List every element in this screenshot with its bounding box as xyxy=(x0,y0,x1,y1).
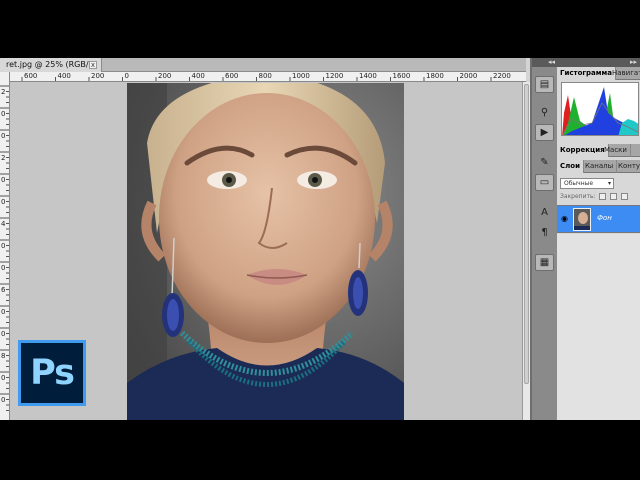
ruler-tick-label: 400 xyxy=(57,72,71,80)
chevron-down-icon: ▾ xyxy=(607,180,611,187)
document-tab-title: ret.jpg @ 25% (RGB/8) xyxy=(6,60,97,69)
ruler-tick-label: 6 xyxy=(1,286,6,294)
ruler-tick-label: 200 xyxy=(91,72,105,80)
layers-list-empty-area[interactable] xyxy=(557,234,640,420)
adjustments-dock-icon[interactable]: ▭ xyxy=(535,174,554,191)
video-letterbox-bottom xyxy=(0,420,640,480)
tab-paths[interactable]: Контуры xyxy=(615,160,640,173)
ruler-tick-label: 1000 xyxy=(292,72,310,80)
panels-column: ▸▸ Гистограмма Навигатор Коррекция Маски… xyxy=(557,58,640,420)
ruler-tick-label: 2 xyxy=(1,154,6,162)
ruler-tick-label: 1400 xyxy=(359,72,377,80)
lock-transparency-icon[interactable] xyxy=(599,193,607,200)
navigator-dock-icon[interactable]: ⚲ xyxy=(535,104,554,121)
ruler-tick-label: 0 xyxy=(124,72,129,80)
tab-histogram[interactable]: Гистограмма xyxy=(557,67,616,80)
ruler-tick-label: 0 xyxy=(1,264,6,272)
brush-dock-icon[interactable]: ✎ xyxy=(535,154,554,171)
ruler-tick-label: 0 xyxy=(1,176,6,184)
adjustments-panel-tabs: Коррекция Маски xyxy=(557,144,640,157)
document-tab-bar: ret.jpg @ 25% (RGB/8) x xyxy=(0,58,526,72)
ruler-tick-label: 200 xyxy=(158,72,172,80)
layer-name: Фон xyxy=(597,214,612,222)
ruler-tick-label: 800 xyxy=(258,72,272,80)
ruler-tick-label: 1600 xyxy=(392,72,411,80)
layer-thumbnail xyxy=(573,208,591,231)
ruler-tick-label: 0 xyxy=(1,374,6,382)
blend-mode-value: Обычные xyxy=(564,180,594,187)
lock-position-icon[interactable] xyxy=(621,193,629,200)
eye-icon[interactable]: ◉ xyxy=(559,213,570,225)
ruler-tick-label: 400 xyxy=(191,72,205,80)
histogram-graph xyxy=(561,82,639,136)
character-dock-icon[interactable]: A xyxy=(535,204,554,221)
ruler-tick-label: 600 xyxy=(24,72,38,80)
histogram-panel-tabs: Гистограмма Навигатор xyxy=(557,67,640,80)
collapse-dock-icon[interactable]: ◂◂ xyxy=(532,58,557,67)
ruler-tick-label: 8 xyxy=(1,352,6,360)
histogram-dock-icon[interactable]: ▤ xyxy=(535,76,554,93)
ruler-tick-label: 4 xyxy=(1,220,6,228)
layer-thumbnail-art xyxy=(574,209,590,230)
video-letterbox-top xyxy=(0,0,640,58)
photoshop-logo: Ps xyxy=(18,340,86,406)
vertical-scrollbar-thumb[interactable] xyxy=(524,84,529,384)
paragraph-dock-icon[interactable]: ¶ xyxy=(535,224,554,241)
photoshop-window: ret.jpg @ 25% (RGB/8) x 600 400 200 0 200 400… xyxy=(0,58,640,420)
ruler-tick-label: 0 xyxy=(1,198,6,206)
lock-row: Закрепить: xyxy=(560,192,640,202)
layers-panel-tabs: Слои Каналы Контуры xyxy=(557,160,640,173)
play-dock-icon[interactable]: ▶ xyxy=(535,124,554,141)
ruler-tick-label: 0 xyxy=(1,242,6,250)
ruler-tick-label: 2000 xyxy=(459,72,478,80)
close-tab-icon[interactable]: x xyxy=(89,61,97,69)
blend-mode-select[interactable]: Обычные ▾ xyxy=(560,178,614,189)
ruler-tick-label: 1200 xyxy=(325,72,344,80)
ruler-tick-label: 0 xyxy=(1,308,6,316)
ruler-tick-label: 2 xyxy=(1,88,6,96)
tab-channels[interactable]: Каналы xyxy=(582,160,618,173)
ruler-tick-label: 2200 xyxy=(493,72,511,80)
lock-pixels-icon[interactable] xyxy=(610,193,618,200)
histogram-plot xyxy=(562,83,638,135)
vertical-scrollbar[interactable] xyxy=(522,82,530,420)
tab-navigator[interactable]: Навигатор xyxy=(609,67,640,80)
document-tab[interactable]: ret.jpg @ 25% (RGB/8) x xyxy=(0,58,102,72)
lock-label: Закрепить: xyxy=(560,193,596,200)
tab-layers[interactable]: Слои xyxy=(557,160,584,173)
ruler-tick-label: 0 xyxy=(1,396,6,404)
tab-masks[interactable]: Маски xyxy=(601,144,631,157)
vertical-ruler[interactable]: 2 0 0 2 0 0 4 0 0 6 0 0 8 0 0 xyxy=(0,72,10,420)
ruler-tick-label: 1800 xyxy=(426,72,444,80)
portrait-image[interactable] xyxy=(127,83,404,420)
portrait-artwork xyxy=(127,83,404,420)
layers-dock-icon[interactable]: ▦ xyxy=(535,254,554,271)
panel-icon-dock: ◂◂ ▤ ⚲ ▶ ✎ ▭ A ¶ ▦ xyxy=(532,58,557,420)
ruler-tick-label: 0 xyxy=(1,132,6,140)
ruler-tick-label: 0 xyxy=(1,110,6,118)
ruler-tick-label: 600 xyxy=(225,72,239,80)
horizontal-ruler[interactable]: 600 400 200 0 200 400 600 800 1000 1200 1400 1600 18… xyxy=(10,72,526,82)
collapse-panels-icon[interactable]: ▸▸ xyxy=(557,58,640,67)
ruler-tick-label: 0 xyxy=(1,330,6,338)
layer-row[interactable]: ◉ Фон xyxy=(557,205,640,233)
